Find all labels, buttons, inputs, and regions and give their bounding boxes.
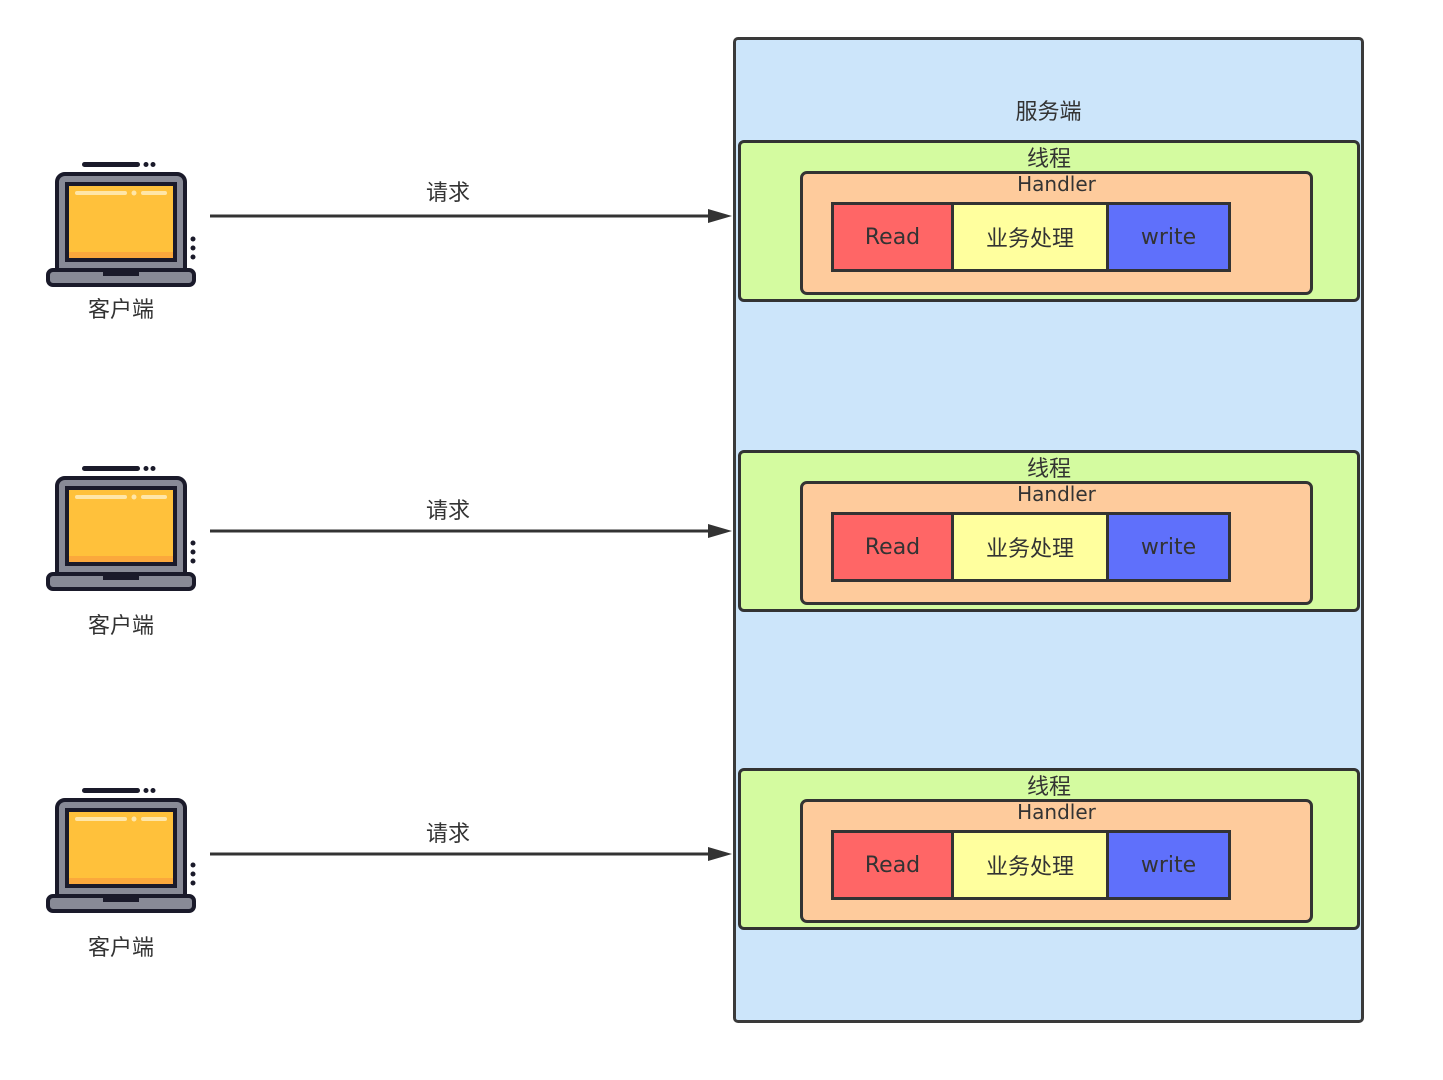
client-label: 客户端	[87, 298, 154, 323]
laptop-icon	[45, 158, 197, 293]
handler-label: Handler	[1017, 800, 1096, 824]
handler-steps: Read 业务处理 write	[831, 202, 1231, 272]
thread-box: 线程 Handler Read 业务处理 write	[738, 140, 1360, 302]
client-label: 客户端	[87, 614, 154, 639]
handler-box: Handler Read 业务处理 write	[800, 799, 1313, 923]
business-step: 业务处理	[954, 833, 1109, 897]
handler-box: Handler Read 业务处理 write	[800, 171, 1313, 295]
request-arrow	[210, 521, 732, 541]
client-label: 客户端	[87, 936, 154, 961]
thread-box: 线程 Handler Read 业务处理 write	[738, 450, 1360, 612]
write-step: write	[1109, 833, 1228, 897]
handler-label: Handler	[1017, 482, 1096, 506]
thread-label: 线程	[1026, 775, 1071, 800]
read-step: Read	[834, 515, 954, 579]
handler-box: Handler Read 业务处理 write	[800, 481, 1313, 605]
handler-label: Handler	[1017, 172, 1096, 196]
handler-steps: Read 业务处理 write	[831, 830, 1231, 900]
laptop-icon	[45, 784, 197, 919]
write-step: write	[1109, 205, 1228, 269]
business-step: 业务处理	[954, 205, 1109, 269]
request-arrow	[210, 844, 732, 864]
handler-steps: Read 业务处理 write	[831, 512, 1231, 582]
request-arrow	[210, 206, 732, 226]
server-title: 服务端	[1015, 100, 1082, 125]
write-step: write	[1109, 515, 1228, 579]
laptop-icon	[45, 462, 197, 597]
request-label: 请求	[425, 181, 470, 206]
read-step: Read	[834, 833, 954, 897]
thread-label: 线程	[1026, 147, 1071, 172]
thread-box: 线程 Handler Read 业务处理 write	[738, 768, 1360, 930]
thread-label: 线程	[1026, 457, 1071, 482]
business-step: 业务处理	[954, 515, 1109, 579]
read-step: Read	[834, 205, 954, 269]
